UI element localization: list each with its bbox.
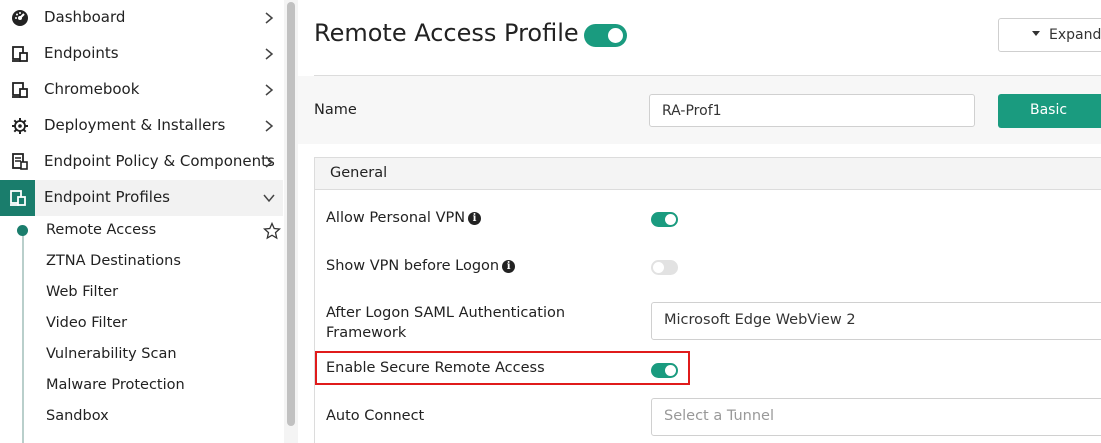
name-row: Name Basic <box>298 76 1101 144</box>
active-indicator-dot <box>17 225 28 236</box>
sub-item-ztna-destinations[interactable]: ZTNA Destinations <box>46 253 181 269</box>
sidebar-item-label: Chromebook <box>44 80 140 98</box>
name-label: Name <box>314 102 357 118</box>
endpoints-icon <box>12 46 28 62</box>
saml-framework-line2: Framework <box>326 325 407 341</box>
sidebar: Dashboard Endpoints Chromebook Deploymen… <box>0 0 283 443</box>
sub-item-video-filter[interactable]: Video Filter <box>46 315 127 331</box>
sub-item-sandbox[interactable]: Sandbox <box>46 408 109 424</box>
name-input[interactable] <box>649 94 975 127</box>
page-title: Remote Access Profile <box>314 19 579 47</box>
profiles-icon <box>10 190 26 206</box>
chevron-down-icon <box>263 194 275 203</box>
basic-button-label: Basic <box>1030 102 1068 118</box>
basic-button[interactable]: Basic <box>998 94 1101 128</box>
saml-framework-label: After Logon SAML Authentication Framewor… <box>326 303 565 343</box>
sidebar-item-label: Endpoint Profiles <box>44 188 170 206</box>
sidebar-item-endpoints[interactable]: Endpoints <box>0 36 283 72</box>
info-icon[interactable]: i <box>468 212 482 225</box>
sidebar-item-label: Deployment & Installers <box>44 116 226 134</box>
saml-framework-line1: After Logon SAML Authentication <box>326 305 566 321</box>
expand-button[interactable]: Expand <box>998 18 1101 52</box>
submenu-track <box>22 230 24 443</box>
sidebar-item-label: Endpoint Policy & Components <box>44 152 275 170</box>
toggle-knob <box>665 214 676 225</box>
chevron-right-icon <box>265 48 274 60</box>
dashboard-icon <box>12 10 28 26</box>
caret-down-icon <box>1032 31 1040 36</box>
allow-personal-vpn-label: Allow Personal VPN i <box>326 208 482 228</box>
sidebar-item-label: Dashboard <box>44 8 126 26</box>
sidebar-item-dashboard[interactable]: Dashboard <box>0 0 283 36</box>
expand-button-label: Expand <box>1049 27 1101 43</box>
sub-item-malware-protection[interactable]: Malware Protection <box>46 377 185 393</box>
chevron-right-icon <box>265 12 274 24</box>
chevron-right-icon <box>265 156 274 168</box>
allow-personal-vpn-text: Allow Personal VPN <box>326 210 466 226</box>
show-vpn-before-logon-text: Show VPN before Logon <box>326 258 500 274</box>
gear-icon <box>12 118 28 134</box>
sidebar-item-deployment[interactable]: Deployment & Installers <box>0 108 283 144</box>
toggle-knob <box>653 262 664 273</box>
allow-personal-vpn-toggle[interactable] <box>651 212 678 227</box>
auto-connect-select[interactable]: Select a Tunnel <box>651 398 1101 436</box>
sidebar-item-endpoint-policy[interactable]: Endpoint Policy & Components <box>0 144 283 180</box>
sidebar-item-endpoint-profiles[interactable]: Endpoint Profiles <box>0 180 283 216</box>
sidebar-scrollbar-thumb[interactable] <box>287 2 295 426</box>
chevron-right-icon <box>265 84 274 96</box>
sub-item-remote-access[interactable]: Remote Access <box>46 222 156 238</box>
section-header[interactable]: General <box>315 158 1101 190</box>
policy-icon <box>12 153 28 170</box>
sub-item-web-filter[interactable]: Web Filter <box>46 284 118 300</box>
auto-connect-label: Auto Connect <box>326 408 425 424</box>
show-vpn-before-logon-toggle[interactable] <box>651 260 678 275</box>
sidebar-item-chromebook[interactable]: Chromebook <box>0 72 283 108</box>
general-section: General Allow Personal VPN i Show VPN bef… <box>314 157 1101 443</box>
section-title: General <box>330 165 388 181</box>
chromebook-icon <box>12 82 28 98</box>
sub-item-vulnerability-scan[interactable]: Vulnerability Scan <box>46 346 177 362</box>
toggle-knob <box>608 28 623 43</box>
highlight-box <box>315 351 690 385</box>
chevron-right-icon <box>265 120 274 132</box>
star-icon[interactable] <box>263 222 281 240</box>
sidebar-item-label: Endpoints <box>44 44 119 62</box>
info-icon[interactable]: i <box>502 260 516 273</box>
saml-framework-select[interactable]: Microsoft Edge WebView 2 <box>651 302 1101 340</box>
profile-enabled-toggle[interactable] <box>584 24 627 47</box>
show-vpn-before-logon-label: Show VPN before Logon i <box>326 256 516 276</box>
